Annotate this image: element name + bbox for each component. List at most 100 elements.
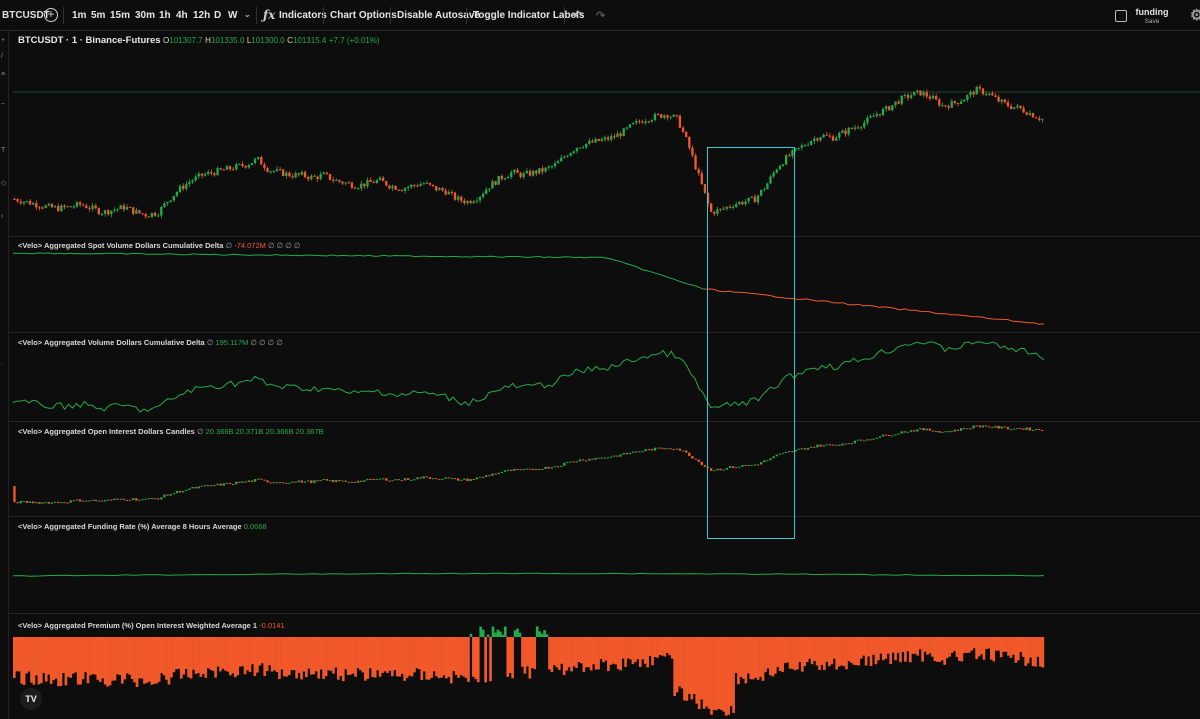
open-interest-candle <box>800 448 803 450</box>
premium-bar <box>589 637 593 671</box>
pane-divider[interactable] <box>9 421 1200 422</box>
open-interest-candle <box>444 477 447 479</box>
premium-bar <box>81 637 85 680</box>
price-candle <box>231 169 235 171</box>
open-interest-candle <box>950 431 953 433</box>
price-candle <box>528 171 532 176</box>
premium-bar <box>783 637 787 664</box>
premium-bar <box>324 637 328 677</box>
premium-bar <box>474 637 478 680</box>
premium-bar <box>754 637 757 678</box>
open-interest-candle <box>363 480 366 482</box>
premium-bar <box>98 637 102 682</box>
premium-bar <box>994 637 998 651</box>
open-interest-candle <box>163 494 166 498</box>
price-candle <box>453 192 457 200</box>
open-interest-candle <box>988 426 991 428</box>
premium-bar <box>530 637 534 669</box>
premium-bar <box>773 637 777 674</box>
premium-bar <box>292 637 296 671</box>
pane-divider[interactable] <box>9 332 1200 333</box>
open-interest-candle <box>847 443 850 445</box>
open-interest-candle <box>872 438 875 440</box>
price-candle <box>809 141 813 145</box>
price-candle <box>494 181 497 185</box>
premium-bar <box>926 637 929 655</box>
price-candle <box>335 179 338 181</box>
chart-canvas[interactable] <box>0 0 1200 719</box>
premium-bar <box>165 637 168 680</box>
price-candle <box>581 147 585 149</box>
premium-bar <box>906 637 910 652</box>
premium-bar <box>788 637 792 669</box>
price-candle <box>844 130 847 135</box>
open-interest-candle <box>372 478 375 480</box>
premium-bar <box>74 637 78 673</box>
price-candle <box>578 147 582 149</box>
price-candle <box>875 114 878 116</box>
premium-bar <box>400 637 404 674</box>
pane-divider[interactable] <box>9 613 1200 614</box>
premium-bar <box>513 630 517 637</box>
premium-bar <box>216 637 220 667</box>
price-candle <box>694 155 697 170</box>
premium-bar <box>675 637 679 693</box>
premium-bar <box>678 637 681 687</box>
premium-bar <box>918 637 922 650</box>
premium-bar <box>808 637 811 659</box>
price-candle <box>838 132 841 138</box>
open-interest-candle <box>313 480 316 484</box>
premium-bar <box>192 637 195 670</box>
premium-bar <box>521 637 524 667</box>
premium-bar <box>341 637 345 682</box>
open-interest-candle <box>660 447 663 449</box>
price-candle <box>41 207 44 209</box>
pane-divider[interactable] <box>9 236 1200 237</box>
open-interest-candle <box>66 502 69 504</box>
open-interest-candle <box>460 479 463 481</box>
premium-bar <box>229 637 232 676</box>
open-interest-candle <box>422 476 425 479</box>
price-candle <box>675 114 678 116</box>
price-candle <box>266 168 269 172</box>
open-interest-candle <box>981 425 985 428</box>
indicator-legend-cvd[interactable]: <Velo> Aggregated Volume Dollars Cumulat… <box>18 338 283 347</box>
indicator-legend-open-interest[interactable]: <Velo> Aggregated Open Interest Dollars … <box>18 427 324 436</box>
premium-bar <box>349 637 352 675</box>
premium-bar <box>13 637 16 678</box>
open-interest-candle <box>319 480 322 482</box>
funding-rate-line <box>12 572 1045 577</box>
indicator-extra: ∅ ∅ ∅ ∅ <box>250 338 283 347</box>
highlight-rectangle-drawing[interactable] <box>707 147 795 539</box>
price-candle <box>869 116 872 118</box>
premium-bar <box>314 637 318 672</box>
open-interest-candle <box>228 482 232 485</box>
open-interest-candle <box>32 501 35 504</box>
premium-bar <box>820 637 824 665</box>
premium-bar <box>690 637 694 700</box>
premium-bar <box>1004 637 1008 652</box>
open-interest-candle <box>844 443 847 445</box>
premium-bar <box>405 637 409 678</box>
price-candle <box>19 201 22 204</box>
premium-bar <box>901 637 905 652</box>
price-candle <box>881 109 885 116</box>
premium-bar <box>128 637 132 675</box>
open-interest-candle <box>613 455 616 457</box>
pane-divider[interactable] <box>9 516 1200 517</box>
price-candle <box>1031 113 1035 118</box>
premium-bar <box>685 637 689 701</box>
premium-bar <box>832 637 836 659</box>
indicator-legend-spot-cvd[interactable]: <Velo> Aggregated Spot Volume Dollars Cu… <box>18 241 300 250</box>
indicator-legend-funding-rate[interactable]: <Velo> Aggregated Funding Rate (%) Avera… <box>18 522 267 531</box>
premium-bar <box>1041 637 1045 668</box>
premium-bar <box>528 637 532 679</box>
price-candle <box>372 182 375 184</box>
premium-bar <box>96 637 100 680</box>
premium-bar <box>970 637 974 651</box>
indicator-legend-premium[interactable]: <Velo> Aggregated Premium (%) Open Inter… <box>18 621 285 630</box>
premium-bar <box>560 637 564 664</box>
open-interest-candle <box>341 480 344 482</box>
open-interest-candle <box>578 459 582 462</box>
price-candle <box>341 181 344 184</box>
